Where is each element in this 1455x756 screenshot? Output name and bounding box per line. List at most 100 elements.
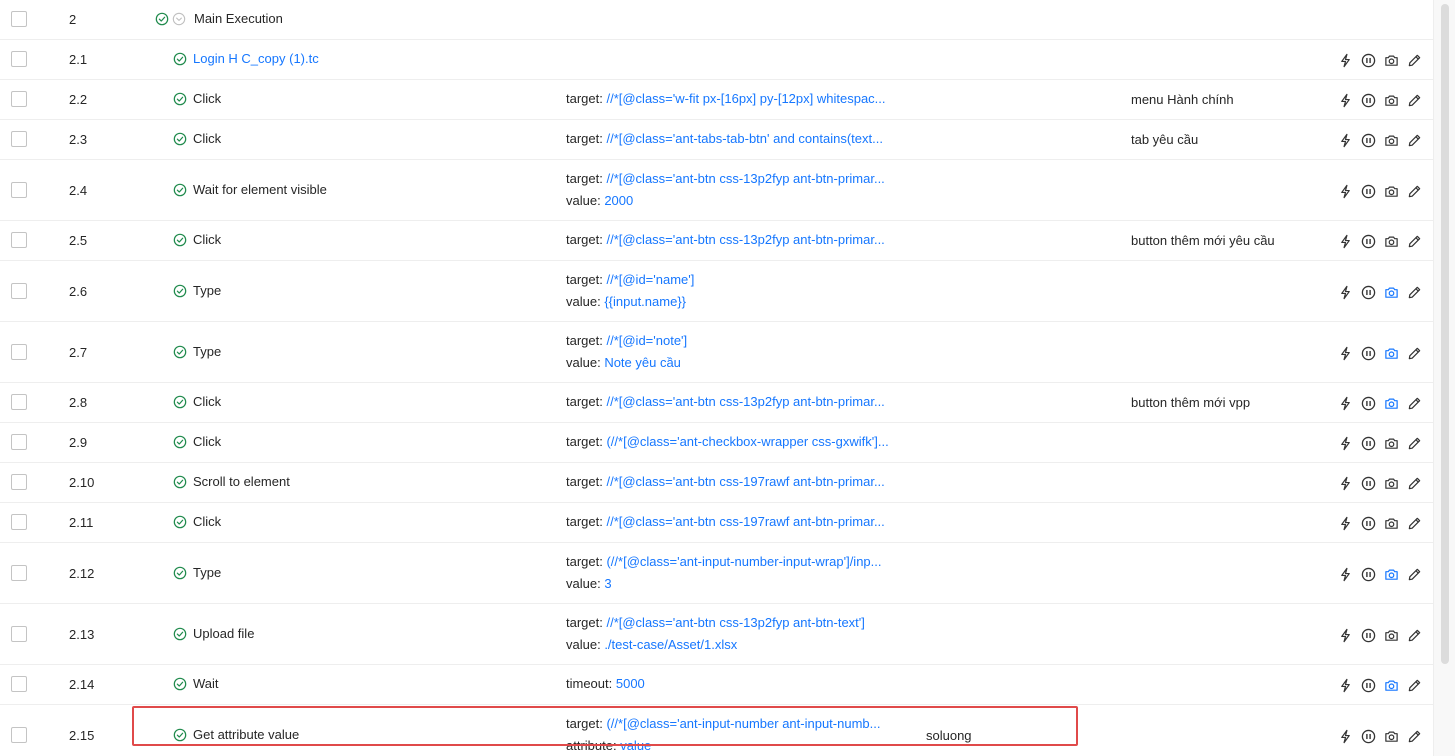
row-checkbox[interactable]	[11, 51, 27, 67]
table-row[interactable]: 2 Main Execution	[0, 0, 1433, 40]
table-row[interactable]: 2.5 Click target: //*[@class='ant-btn css-…	[0, 221, 1433, 261]
row-checkbox[interactable]	[11, 565, 27, 581]
camera-icon[interactable]	[1384, 436, 1399, 451]
pause-circle-icon[interactable]	[1361, 346, 1376, 361]
pencil-icon[interactable]	[1407, 729, 1422, 744]
camera-icon[interactable]	[1384, 396, 1399, 411]
pause-circle-icon[interactable]	[1361, 53, 1376, 68]
table-row[interactable]: 2.4 Wait for element visible target: //*[@…	[0, 160, 1433, 221]
param-value[interactable]: //*[@id='note']	[606, 333, 687, 348]
table-row[interactable]: 2.12 Type target: (//*[@class='ant-input-n…	[0, 543, 1433, 604]
row-checkbox[interactable]	[11, 91, 27, 107]
row-checkbox[interactable]	[11, 283, 27, 299]
param-value[interactable]: //*[@class='ant-btn css-197rawf ant-btn-…	[606, 514, 884, 529]
vertical-scrollbar[interactable]	[1433, 0, 1455, 756]
param-value[interactable]: ./test-case/Asset/1.xlsx	[604, 637, 737, 652]
camera-icon[interactable]	[1384, 53, 1399, 68]
pencil-icon[interactable]	[1407, 476, 1422, 491]
row-checkbox[interactable]	[11, 344, 27, 360]
pencil-icon[interactable]	[1407, 133, 1422, 148]
pause-circle-icon[interactable]	[1361, 567, 1376, 582]
param-value[interactable]: //*[@class='ant-btn css-13p2fyp ant-btn-…	[606, 171, 884, 186]
camera-icon[interactable]	[1384, 184, 1399, 199]
lightning-icon[interactable]	[1338, 234, 1353, 249]
table-row[interactable]: 2.15 Get attribute value target: (//*[@cla…	[0, 705, 1433, 756]
pencil-icon[interactable]	[1407, 628, 1422, 643]
lightning-icon[interactable]	[1338, 729, 1353, 744]
row-checkbox[interactable]	[11, 131, 27, 147]
row-checkbox[interactable]	[11, 394, 27, 410]
table-row[interactable]: 2.8 Click target: //*[@class='ant-btn css-…	[0, 383, 1433, 423]
lightning-icon[interactable]	[1338, 396, 1353, 411]
pencil-icon[interactable]	[1407, 346, 1422, 361]
param-value[interactable]: //*[@id='name']	[606, 272, 694, 287]
param-value[interactable]: 5000	[616, 676, 645, 691]
pause-circle-icon[interactable]	[1361, 476, 1376, 491]
pause-circle-icon[interactable]	[1361, 729, 1376, 744]
lightning-icon[interactable]	[1338, 184, 1353, 199]
table-row[interactable]: 2.6 Type target: //*[@id='name'] value: {{i…	[0, 261, 1433, 322]
param-value[interactable]: //*[@class='ant-btn css-13p2fyp ant-btn-…	[606, 232, 884, 247]
pause-circle-icon[interactable]	[1361, 436, 1376, 451]
pencil-icon[interactable]	[1407, 53, 1422, 68]
camera-icon[interactable]	[1384, 678, 1399, 693]
table-row[interactable]: 2.1 Login H C_copy (1).tc	[0, 40, 1433, 80]
camera-icon[interactable]	[1384, 476, 1399, 491]
row-checkbox[interactable]	[11, 232, 27, 248]
step-name-link[interactable]: Login H C_copy (1).tc	[193, 51, 319, 66]
lightning-icon[interactable]	[1338, 133, 1353, 148]
lightning-icon[interactable]	[1338, 53, 1353, 68]
table-row[interactable]: 2.14 Wait timeout: 5000	[0, 665, 1433, 705]
param-value[interactable]: //*[@class='ant-btn css-13p2fyp ant-btn-…	[606, 394, 884, 409]
lightning-icon[interactable]	[1338, 346, 1353, 361]
lightning-icon[interactable]	[1338, 516, 1353, 531]
camera-icon[interactable]	[1384, 346, 1399, 361]
pause-circle-icon[interactable]	[1361, 678, 1376, 693]
param-value[interactable]: value	[620, 738, 651, 753]
pause-circle-icon[interactable]	[1361, 184, 1376, 199]
row-checkbox[interactable]	[11, 11, 27, 27]
param-value[interactable]: (//*[@class='ant-input-number-input-wrap…	[606, 554, 881, 569]
camera-icon[interactable]	[1384, 285, 1399, 300]
scrollbar-thumb[interactable]	[1441, 4, 1449, 664]
table-row[interactable]: 2.7 Type target: //*[@id='note'] value: Not…	[0, 322, 1433, 383]
param-value[interactable]: Note yêu cầu	[604, 355, 681, 370]
pause-circle-icon[interactable]	[1361, 516, 1376, 531]
param-value[interactable]: 3	[604, 576, 611, 591]
table-row[interactable]: 2.11 Click target: //*[@class='ant-btn css…	[0, 503, 1433, 543]
param-value[interactable]: 2000	[604, 193, 633, 208]
lightning-icon[interactable]	[1338, 285, 1353, 300]
pause-circle-icon[interactable]	[1361, 285, 1376, 300]
row-checkbox[interactable]	[11, 727, 27, 743]
row-checkbox[interactable]	[11, 514, 27, 530]
row-checkbox[interactable]	[11, 474, 27, 490]
camera-icon[interactable]	[1384, 93, 1399, 108]
pause-circle-icon[interactable]	[1361, 396, 1376, 411]
table-row[interactable]: 2.13 Upload file target: //*[@class='ant-b…	[0, 604, 1433, 665]
lightning-icon[interactable]	[1338, 476, 1353, 491]
table-row[interactable]: 2.9 Click target: (//*[@class='ant-checkbo…	[0, 423, 1433, 463]
lightning-icon[interactable]	[1338, 628, 1353, 643]
param-value[interactable]: (//*[@class='ant-input-number ant-input-…	[606, 716, 880, 731]
param-value[interactable]: //*[@class='ant-btn css-13p2fyp ant-btn-…	[606, 615, 864, 630]
param-value[interactable]: //*[@class='ant-btn css-197rawf ant-btn-…	[606, 474, 884, 489]
pencil-icon[interactable]	[1407, 234, 1422, 249]
camera-icon[interactable]	[1384, 133, 1399, 148]
param-value[interactable]: (//*[@class='ant-checkbox-wrapper css-gx…	[606, 434, 888, 449]
camera-icon[interactable]	[1384, 234, 1399, 249]
row-checkbox[interactable]	[11, 182, 27, 198]
table-row[interactable]: 2.3 Click target: //*[@class='ant-tabs-tab…	[0, 120, 1433, 160]
param-value[interactable]: {{input.name}}	[604, 294, 686, 309]
param-value[interactable]: //*[@class='ant-tabs-tab-btn' and contai…	[606, 131, 883, 146]
pencil-icon[interactable]	[1407, 436, 1422, 451]
pencil-icon[interactable]	[1407, 516, 1422, 531]
row-checkbox[interactable]	[11, 434, 27, 450]
pause-circle-icon[interactable]	[1361, 234, 1376, 249]
pencil-icon[interactable]	[1407, 285, 1422, 300]
table-row[interactable]: 2.2 Click target: //*[@class='w-fit px-[16…	[0, 80, 1433, 120]
pencil-icon[interactable]	[1407, 678, 1422, 693]
lightning-icon[interactable]	[1338, 93, 1353, 108]
camera-icon[interactable]	[1384, 628, 1399, 643]
chevron-down-circle-icon[interactable]	[172, 12, 186, 26]
lightning-icon[interactable]	[1338, 567, 1353, 582]
